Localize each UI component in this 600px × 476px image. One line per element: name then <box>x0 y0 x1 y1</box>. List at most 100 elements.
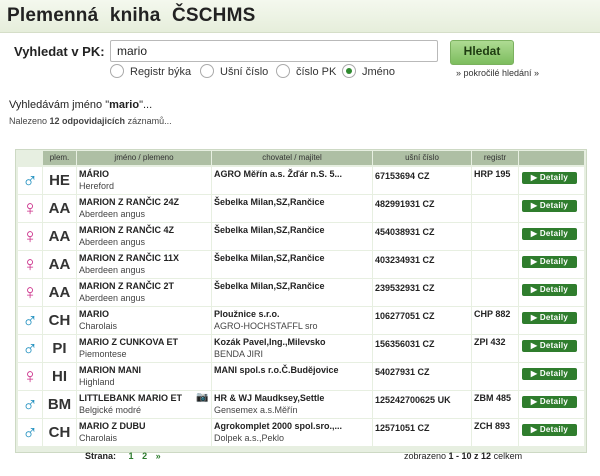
breed-code: AA <box>43 251 76 278</box>
detail-button[interactable]: ▶ Detaily <box>522 396 577 408</box>
ear-number-cell: 106277051 CZ <box>373 307 471 334</box>
results-table: plem. jméno / plemeno chovatel / majitel… <box>15 149 587 453</box>
page-next-link[interactable]: » <box>156 451 161 461</box>
option-jmeno[interactable]: Jméno <box>342 64 395 83</box>
animal-name: MARION Z RANČIC 4Z <box>79 225 174 235</box>
col-ear: ušní číslo <box>373 151 471 165</box>
ear-number: 482991931 CZ <box>375 199 435 209</box>
radio-icon[interactable] <box>200 64 214 78</box>
female-icon: ♀ <box>18 195 42 222</box>
owner-cell: Ploužnice s.r.o. AGRO-HOCHSTAFFL sro <box>212 307 372 334</box>
detail-button[interactable]: ▶ Detaily <box>522 228 577 240</box>
breed-name: Aberdeen angus <box>79 265 146 275</box>
owner-cell: Šebelka Milan,SZ,Rančice <box>212 279 372 306</box>
radio-icon[interactable] <box>276 64 290 78</box>
owner-name: MANI spol.s r.o.Č.Budějovice <box>214 365 339 375</box>
table-row[interactable]: ♂ BM LITTLEBANK MARIO ET Belgické modré 📷 HR … <box>16 391 586 418</box>
radio-icon[interactable] <box>110 64 124 78</box>
table-row[interactable]: ♂ CH MARIO Z DUBU Charolais Agrokomplet 2000… <box>16 419 586 446</box>
col-registry: registr <box>472 151 518 165</box>
holder-name: AGRO-HOCHSTAFFL sro <box>214 321 318 331</box>
advanced-search-link[interactable]: » pokročilé hledání » <box>456 68 539 78</box>
camera-icon[interactable]: 📷 <box>196 392 208 403</box>
table-row[interactable]: ♂ CH MARIO Charolais Ploužnice s.r.o. AGRO-HO… <box>16 307 586 334</box>
col-owner: chovatel / majitel <box>212 151 372 165</box>
male-icon: ♂ <box>18 391 42 418</box>
ear-number: 239532931 CZ <box>375 283 435 293</box>
animal-name: MARIO Z CUNKOVA ET <box>79 337 178 347</box>
detail-cell: ▶ Detaily <box>519 391 584 418</box>
table-row[interactable]: ♂ PI MARIO Z CUNKOVA ET Piemontese Kozák Pav… <box>16 335 586 362</box>
table-row[interactable]: ♀ AA MARION Z RANČIC 2T Aberdeen angus Šebel… <box>16 279 586 306</box>
detail-button[interactable]: ▶ Detaily <box>522 172 577 184</box>
ear-number-cell: 67153694 CZ <box>373 167 471 194</box>
male-icon: ♂ <box>18 307 42 334</box>
male-icon: ♂ <box>18 419 42 446</box>
animal-name: MARION Z RANČIC 24Z <box>79 197 180 207</box>
option-cislo-pk[interactable]: číslo PK <box>276 64 336 83</box>
name-cell: LITTLEBANK MARIO ET Belgické modré <box>77 391 211 418</box>
owner-name: Šebelka Milan,SZ,Rančice <box>214 253 325 263</box>
detail-button[interactable]: ▶ Detaily <box>522 368 577 380</box>
owner-name: Šebelka Milan,SZ,Rančice <box>214 281 325 291</box>
pagination: Strana: 1 2 » <box>85 451 161 461</box>
holder-name: Gensemex a.s.Měřín <box>214 405 298 415</box>
ear-number: 12571051 CZ <box>375 423 430 433</box>
ear-number-cell: 125242700625 UK <box>373 391 471 418</box>
detail-button[interactable]: ▶ Detaily <box>522 256 577 268</box>
breed-name: Hereford <box>79 181 115 191</box>
breed-name: Aberdeen angus <box>79 237 146 247</box>
breed-code: HI <box>43 363 76 390</box>
breed-name: Aberdeen angus <box>79 293 146 303</box>
female-icon: ♀ <box>18 251 42 278</box>
ear-number: 125242700625 UK <box>375 395 451 405</box>
animal-name: LITTLEBANK MARIO ET <box>79 393 182 403</box>
name-cell: MARIO Z CUNKOVA ET Piemontese <box>77 335 211 362</box>
breed-code: HE <box>43 167 76 194</box>
name-cell: MARIO Z DUBU Charolais <box>77 419 211 446</box>
table-row[interactable]: ♀ AA MARION Z RANČIC 11X Aberdeen angus Šebe… <box>16 251 586 278</box>
owner-name: HR & WJ Maudksey,Settle <box>214 393 325 403</box>
radio-selected-icon[interactable] <box>342 64 356 78</box>
ear-number: 67153694 CZ <box>375 171 430 181</box>
registry-cell: ZPI 432 <box>472 335 518 362</box>
ear-number: 54027931 CZ <box>375 367 430 377</box>
owner-cell: 📷 HR & WJ Maudksey,Settle Gensemex a.s.Měř… <box>196 391 372 418</box>
detail-cell: ▶ Detaily <box>519 307 584 334</box>
page-link-2[interactable]: 2 <box>142 451 147 461</box>
option-registr-byka[interactable]: Registr býka <box>110 64 191 83</box>
registry-code: HRP 195 <box>474 169 511 179</box>
registry-cell <box>472 279 518 306</box>
holder-name: BENDA JIRI <box>214 349 264 359</box>
owner-name: Šebelka Milan,SZ,Rančice <box>214 225 325 235</box>
search-button[interactable]: Hledat <box>450 40 514 65</box>
page-link-1[interactable]: 1 <box>129 451 134 461</box>
owner-cell: Kozák Pavel,Ing.,Milevsko BENDA JIRI <box>212 335 372 362</box>
header-bar: Plemenná kniha ČSCHMS <box>0 0 600 33</box>
detail-button[interactable]: ▶ Detaily <box>522 200 577 212</box>
ear-number-cell: 454038931 CZ <box>373 223 471 250</box>
female-icon: ♀ <box>18 279 42 306</box>
detail-button[interactable]: ▶ Detaily <box>522 284 577 296</box>
detail-button[interactable]: ▶ Detaily <box>522 312 577 324</box>
detail-cell: ▶ Detaily <box>519 419 584 446</box>
ear-number-cell: 54027931 CZ <box>373 363 471 390</box>
detail-button[interactable]: ▶ Detaily <box>522 340 577 352</box>
registry-cell: ZCH 893 <box>472 419 518 446</box>
animal-name: MÁRIO <box>79 169 109 179</box>
detail-button[interactable]: ▶ Detaily <box>522 424 577 436</box>
animal-name: MARIO <box>79 309 109 319</box>
table-row[interactable]: ♂ HE MÁRIO Hereford AGRO Měřín a.s. Žďár n.S… <box>16 167 586 194</box>
table-row[interactable]: ♀ HI MARION MANI Highland MANI spol.s r.o.Č.… <box>16 363 586 390</box>
search-input[interactable] <box>110 40 438 62</box>
animal-name: MARION Z RANČIC 11X <box>79 253 180 263</box>
table-row[interactable]: ♀ AA MARION Z RANČIC 4Z Aberdeen angus Šebel… <box>16 223 586 250</box>
breed-code: AA <box>43 279 76 306</box>
detail-cell: ▶ Detaily <box>519 167 584 194</box>
table-row[interactable]: ♀ AA MARION Z RANČIC 24Z Aberdeen angus Šebe… <box>16 195 586 222</box>
name-cell: MARIO Charolais <box>77 307 211 334</box>
registry-cell: ZBM 485 <box>472 391 518 418</box>
ear-number-cell: 239532931 CZ <box>373 279 471 306</box>
option-usni-cislo[interactable]: Ušní číslo <box>200 64 268 83</box>
page-title: Plemenná kniha ČSCHMS <box>7 5 256 26</box>
